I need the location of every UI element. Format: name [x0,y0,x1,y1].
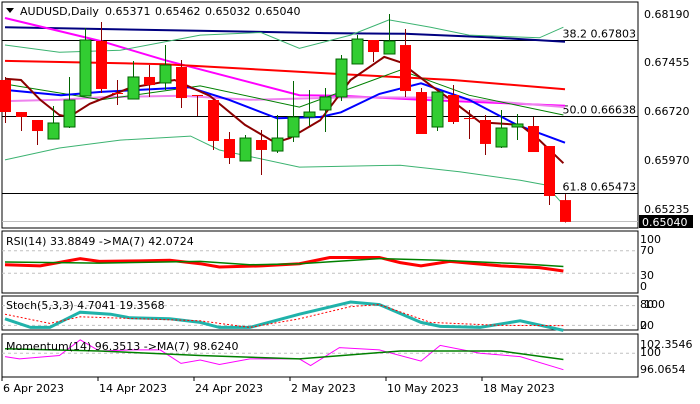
stochastic-title: Stoch(5,3,3) 4.7041 19.3568 [6,299,165,312]
price-tick: 0.65235 [644,203,690,216]
candle [351,34,364,65]
price-panel[interactable]: 38.2 0.67803 50.0 0.66638 61.8 0.65473 AUD… [0,1,639,229]
close-value: 0.65040 [255,5,301,18]
low-value: 0.65032 [205,5,251,18]
rsi-tick: 0 [640,280,647,293]
date-label: 24 Apr 2023 [195,382,263,395]
bullish-candle-body [239,137,252,162]
current-price-label: 0.65040 [642,216,688,229]
bearish-candle-body [368,40,379,53]
fib-level-label: 38.2 0.67803 [563,28,636,41]
stochastic-panel[interactable]: Stoch(5,3,3) 4.7041 19.3568 80 100 20 0 [1,295,665,332]
price-tick: 0.67455 [644,56,690,69]
date-label: 6 Apr 2023 [3,382,64,395]
bullish-candle-body [495,127,508,148]
price-tick: 0.66720 [644,105,690,118]
bullish-candle-body [159,64,172,84]
bearish-candle-body [32,120,43,132]
fib-level-label: 50.0 0.66638 [563,104,636,117]
momentum-title: Momentum(14) 96.3513 ->MA(7) 98.6240 [6,340,239,353]
momentum-tick: 100 [640,346,661,359]
fib-level-label: 61.8 0.65473 [563,181,636,194]
bullish-candle-body [351,38,364,65]
stoch-tick: 100 [644,298,665,311]
date-axis: 6 Apr 2023 14 Apr 2023 24 Apr 2023 2 May 20… [1,377,555,395]
price-tick: 0.65970 [644,154,690,167]
bullish-candle-body [271,137,284,152]
price-axis[interactable]: 0.68190 0.67455 0.66720 0.65970 0.65235 … [639,8,693,229]
date-label: 18 May 2023 [483,382,555,395]
date-label: 2 May 2023 [291,382,356,395]
rsi-panel[interactable]: RSI(14) 33.8849 ->MA(7) 42.0724 100 70 3… [1,230,661,294]
bearish-candle-body [192,94,203,96]
bullish-candle-body [431,91,444,128]
bearish-candle-body [448,94,459,122]
symbol-label: AUDUSD,Daily [20,5,99,18]
bearish-candle-body [464,118,475,120]
bearish-candle-body [176,67,187,99]
momentum-tick: 96.0654 [640,363,686,376]
price-tick: 0.68190 [644,8,690,21]
candle [239,134,252,162]
date-label: 10 May 2023 [387,382,459,395]
bearish-candle-body [544,146,555,196]
bullish-candle-body [63,99,76,128]
trading-chart[interactable]: 38.2 0.67803 50.0 0.66638 61.8 0.65473 AUD… [0,0,700,400]
bullish-candle-body [383,40,396,55]
bullish-candle-body [335,58,348,98]
bullish-candle-body [47,122,60,140]
bearish-candle-body [416,92,427,134]
bearish-candle-body [400,45,411,92]
bearish-candle-body [112,93,123,95]
bullish-candle-body [303,111,316,118]
rsi-title: RSI(14) 33.8849 ->MA(7) 42.0724 [6,235,194,248]
stoch-tick: 0 [640,319,647,332]
bullish-candle-body [319,96,332,111]
bearish-candle-body [528,126,539,153]
candle [335,54,348,101]
bearish-candle-body [224,139,235,159]
candle [416,87,427,134]
bearish-candle-body [256,140,267,150]
candle [431,91,444,132]
bullish-candle-body [287,116,300,138]
momentum-panel[interactable]: Momentum(14) 96.3513 ->MA(7) 98.6240 102… [1,333,693,378]
bearish-candle-body [144,76,155,86]
bullish-candle-body [127,76,140,100]
bearish-candle-body [16,112,27,117]
bearish-candle-body [480,120,491,144]
bearish-candle-body [560,200,571,222]
bearish-candle-body [208,100,219,141]
rsi-tick: 70 [640,244,654,257]
bearish-candle-body [96,40,107,89]
bullish-candle-body [511,123,524,128]
bullish-candle-body [79,39,92,97]
bearish-candle-body [0,80,11,113]
date-label: 14 Apr 2023 [99,382,167,395]
high-value: 0.65462 [155,5,201,18]
open-value: 0.65371 [105,5,151,18]
